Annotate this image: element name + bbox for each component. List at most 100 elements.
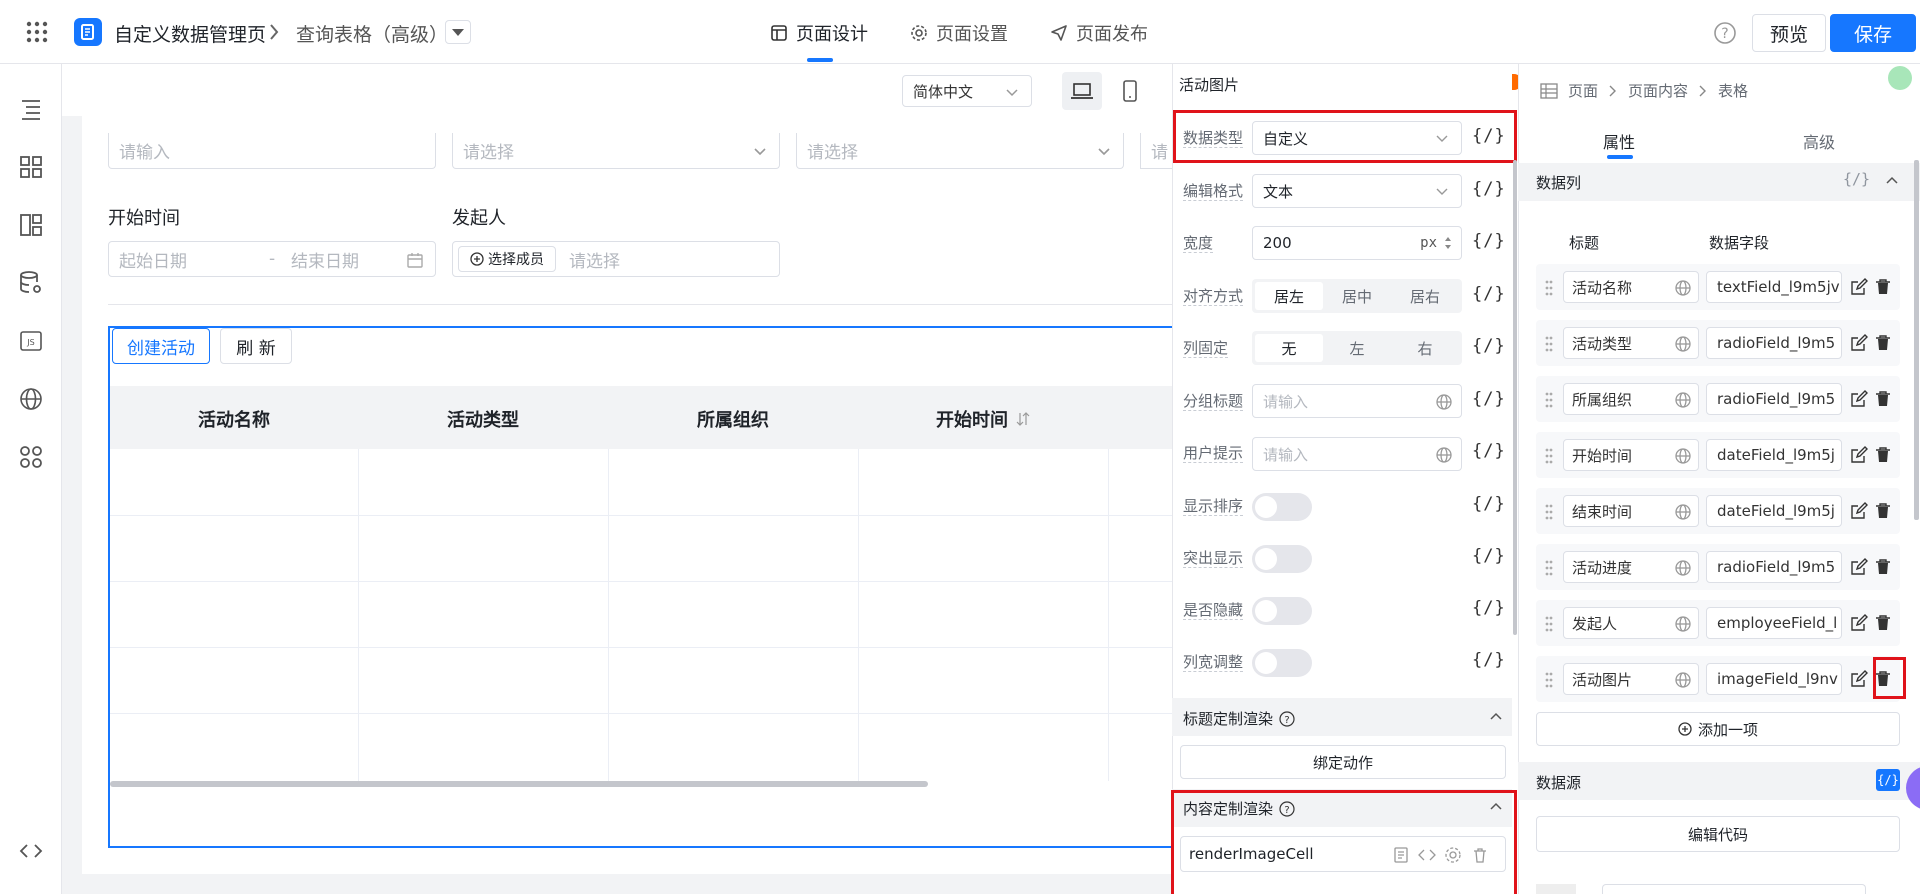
breadcrumb-item[interactable]: 页面 [1568, 80, 1598, 101]
align-center-option[interactable]: 居中 [1323, 282, 1391, 310]
data-column-row[interactable]: 发起人 employeeField_l [1536, 600, 1900, 646]
data-column-row[interactable]: 活动类型 radioField_l9m5 [1536, 320, 1900, 366]
globe-icon[interactable] [1435, 393, 1453, 411]
data-column-row[interactable]: 结束时间 dateField_l9m5j [1536, 488, 1900, 534]
user-tip-variable-button[interactable]: {/} [1472, 441, 1506, 461]
chevron-up-icon[interactable] [1488, 709, 1504, 725]
drag-handle-icon[interactable] [1544, 335, 1554, 353]
resizable-variable-button[interactable]: {/} [1472, 650, 1506, 670]
chevron-up-icon[interactable] [1488, 799, 1504, 815]
document-icon[interactable] [1392, 846, 1410, 864]
components-icon[interactable] [18, 154, 44, 180]
date-range-picker[interactable]: 起始日期 - 结束日期 [108, 241, 436, 277]
globe-icon[interactable] [1674, 559, 1692, 577]
drag-handle-icon[interactable] [1544, 559, 1554, 577]
trash-icon[interactable] [1874, 446, 1892, 464]
hidden-variable-button[interactable]: {/} [1472, 598, 1506, 618]
fixed-variable-button[interactable]: {/} [1472, 336, 1506, 356]
column-title-input[interactable]: 活动进度 [1563, 551, 1699, 583]
tab-advanced[interactable]: 高级 [1803, 129, 1835, 153]
plugins-icon[interactable] [18, 444, 44, 470]
align-segmented[interactable]: 居左 居中 居右 [1252, 279, 1462, 313]
edit-format-select[interactable]: 文本 [1252, 174, 1462, 208]
column-header-start-time[interactable]: 开始时间 [858, 389, 1108, 449]
trash-icon[interactable] [1874, 278, 1892, 296]
sort-icon[interactable] [1016, 411, 1030, 427]
column-title-input[interactable]: 发起人 [1563, 607, 1699, 639]
show-sort-toggle[interactable] [1252, 493, 1312, 521]
render-function-item[interactable]: renderImageCell [1180, 836, 1506, 872]
outline-tree-icon[interactable] [18, 96, 44, 122]
column-field-input[interactable]: employeeField_l [1706, 607, 1842, 639]
hidden-toggle[interactable] [1252, 597, 1312, 625]
tab-page-design[interactable]: 页面设计 [770, 20, 868, 46]
js-code-icon[interactable]: JS [18, 328, 44, 354]
trash-icon[interactable] [1471, 846, 1489, 864]
data-column-row[interactable]: 活动名称 textField_l9m5jv [1536, 264, 1900, 310]
panel-scrollbar[interactable] [1914, 160, 1919, 520]
breadcrumb-item[interactable]: 表格 [1718, 80, 1748, 101]
fixed-right-option[interactable]: 右 [1391, 334, 1459, 362]
align-right-option[interactable]: 居右 [1391, 282, 1459, 310]
filter-text-input[interactable]: 请输入 [108, 133, 436, 169]
breadcrumb-item[interactable]: 页面内容 [1628, 80, 1688, 101]
user-tip-input[interactable]: 请输入 [1252, 437, 1462, 471]
drag-handle-icon[interactable] [1544, 615, 1554, 633]
code-view-icon[interactable] [18, 838, 44, 864]
fixed-left-option[interactable]: 左 [1323, 334, 1391, 362]
app-title[interactable]: 自定义数据管理页 [114, 20, 266, 47]
column-field-input[interactable]: radioField_l9m5 [1706, 551, 1842, 583]
page-switch-dropdown[interactable] [445, 20, 471, 44]
group-title-input[interactable]: 请输入 [1252, 384, 1462, 418]
chevron-up-icon[interactable] [1884, 173, 1900, 189]
trash-icon[interactable] [1874, 614, 1892, 632]
tab-page-publish[interactable]: 页面发布 [1050, 20, 1148, 46]
align-left-option[interactable]: 居左 [1255, 282, 1323, 310]
edit-icon[interactable] [1850, 502, 1868, 520]
column-field-input[interactable]: imageField_l9nv [1706, 663, 1842, 695]
filter-select-3[interactable]: 请 [1140, 133, 1172, 169]
width-input[interactable]: 200 px [1252, 226, 1462, 260]
column-field-input[interactable]: dateField_l9m5j [1706, 439, 1842, 471]
trash-icon[interactable] [1874, 558, 1892, 576]
trash-icon[interactable] [1874, 334, 1892, 352]
globe-icon[interactable] [1674, 503, 1692, 521]
align-variable-button[interactable]: {/} [1472, 284, 1506, 304]
drag-handle-icon[interactable] [1544, 503, 1554, 521]
column-title-input[interactable]: 所属组织 [1563, 383, 1699, 415]
drag-handle-icon[interactable] [1544, 391, 1554, 409]
column-field-input[interactable]: radioField_l9m5 [1706, 327, 1842, 359]
column-field-input[interactable]: dateField_l9m5j [1706, 495, 1842, 527]
filter-select-2[interactable]: 请选择 [796, 133, 1124, 169]
refresh-button[interactable]: 刷 新 [220, 328, 292, 364]
breadcrumb-page[interactable]: 查询表格（高级） [296, 20, 448, 47]
column-header-organization[interactable]: 所属组织 [608, 389, 858, 449]
data-type-select[interactable]: 自定义 [1252, 121, 1462, 155]
column-title-input[interactable]: 结束时间 [1563, 495, 1699, 527]
column-title-input[interactable]: 活动图片 [1563, 663, 1699, 695]
avatar[interactable] [1888, 66, 1912, 90]
drag-handle-icon[interactable] [1544, 279, 1554, 297]
globe-icon[interactable] [1674, 279, 1692, 297]
data-type-variable-button[interactable]: {/} [1472, 126, 1506, 146]
language-select[interactable]: 简体中文 [902, 75, 1032, 107]
edit-icon[interactable] [1850, 558, 1868, 576]
show-sort-variable-button[interactable]: {/} [1472, 494, 1506, 514]
globe-icon[interactable] [1674, 447, 1692, 465]
bind-action-button[interactable]: 绑定动作 [1180, 745, 1506, 779]
code-icon[interactable] [1418, 846, 1436, 864]
column-title-input[interactable]: 活动类型 [1563, 327, 1699, 359]
drag-handle-icon[interactable] [1544, 671, 1554, 689]
column-header-activity-name[interactable]: 活动名称 [110, 389, 358, 449]
panel-scrollbar[interactable] [1513, 160, 1517, 635]
help-icon[interactable]: ? [1279, 710, 1295, 727]
tab-page-settings[interactable]: 页面设置 [910, 20, 1008, 46]
resizable-toggle[interactable] [1252, 649, 1312, 677]
globe-icon[interactable] [1674, 391, 1692, 409]
globe-icon[interactable] [1674, 335, 1692, 353]
horizontal-scrollbar[interactable] [110, 781, 928, 787]
help-icon[interactable]: ? [1279, 800, 1295, 817]
data-columns-variable-button[interactable]: {/} [1843, 170, 1870, 188]
mobile-view-button[interactable] [1110, 72, 1150, 110]
fixed-none-option[interactable]: 无 [1255, 334, 1323, 362]
